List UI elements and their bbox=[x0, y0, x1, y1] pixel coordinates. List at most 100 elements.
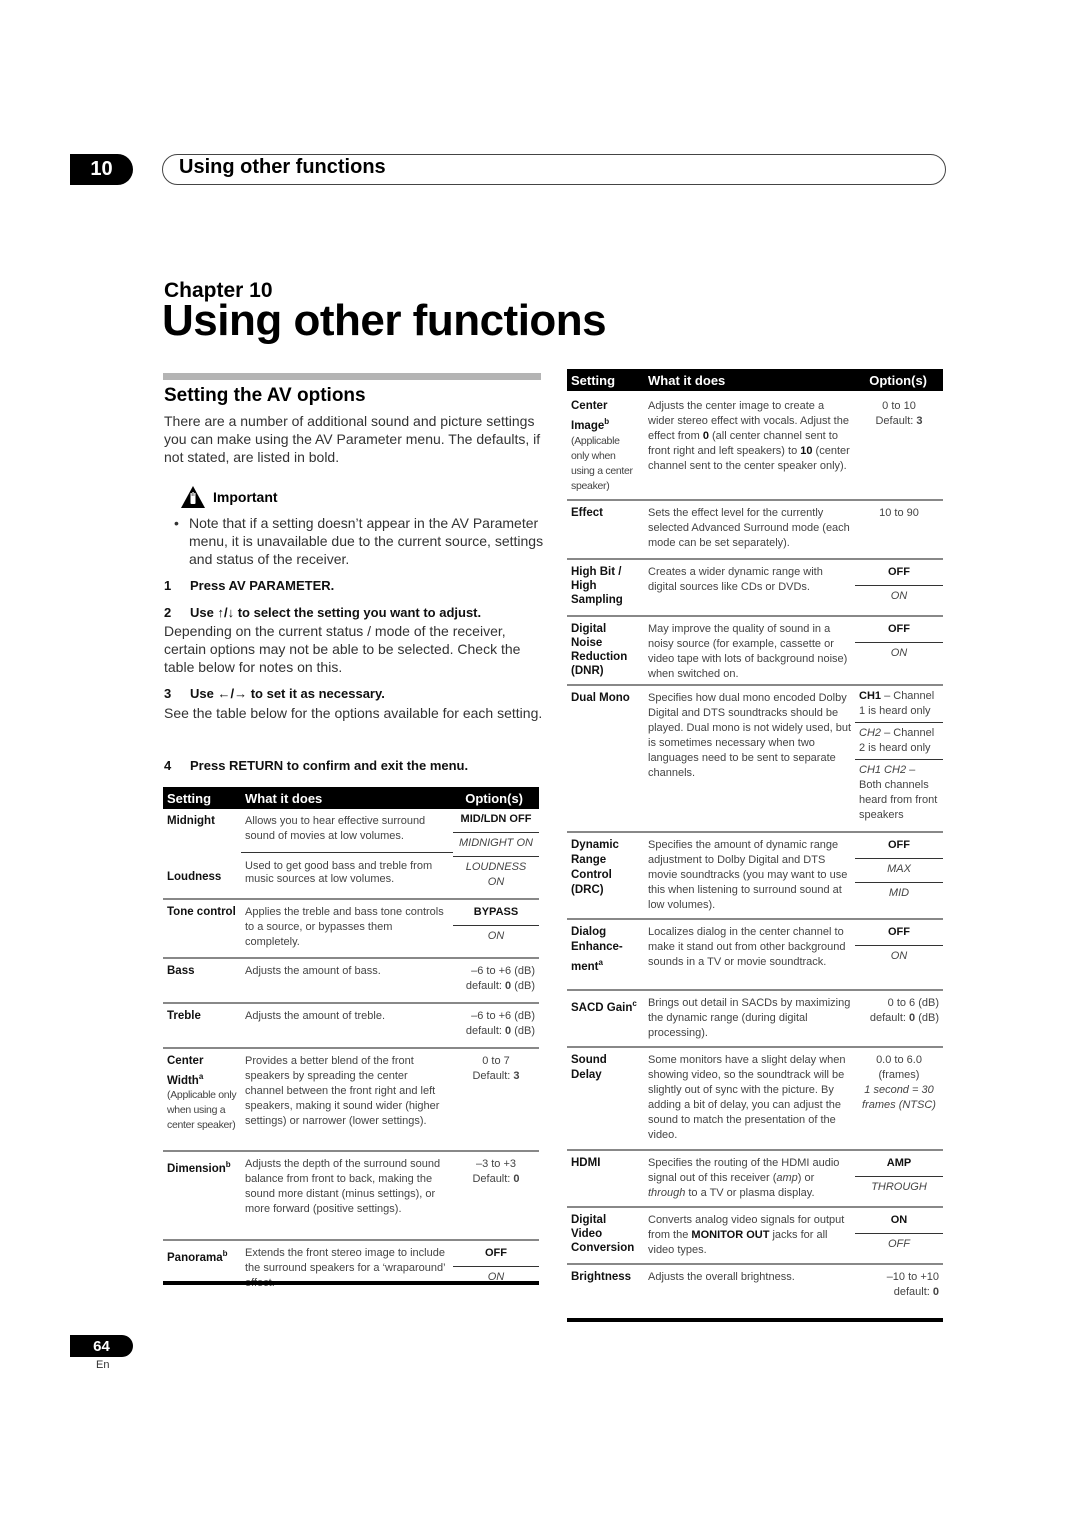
setting-description: Allows you to hear effective surround so… bbox=[241, 809, 453, 853]
option: ON bbox=[487, 1270, 505, 1283]
step-4: 4 Press RETURN to confirm and exit the me… bbox=[164, 758, 469, 773]
setting-options: AMP THROUGH bbox=[855, 1149, 943, 1207]
setting-description: Extends the front stereo image to includ… bbox=[241, 1238, 453, 1296]
option-default: OFF bbox=[855, 562, 943, 586]
setting-name: Treble bbox=[163, 1001, 241, 1048]
setting-description: Creates a wider dynamic range with digit… bbox=[644, 558, 855, 616]
header-what: What it does bbox=[241, 787, 453, 809]
setting-description: May improve the quality of sound in a no… bbox=[644, 615, 855, 685]
setting-options: ON OFF bbox=[855, 1206, 943, 1264]
header-options: Option(s) bbox=[453, 787, 539, 809]
setting-name: Center Imageb (Applicable only when usin… bbox=[567, 391, 644, 500]
step-3: 3 Use ←/→ to set it as necessary. bbox=[164, 686, 385, 701]
setting-name: Sound Delay bbox=[567, 1046, 644, 1150]
setting-description: Used to get good bass and treble from mu… bbox=[245, 859, 433, 885]
setting-options: OFF ON bbox=[855, 615, 943, 685]
chapter-number-tab: 10 bbox=[70, 154, 133, 185]
chapter-number: 10 bbox=[90, 158, 113, 180]
option: ON bbox=[890, 950, 908, 962]
setting-options: CH1 – Channel 1 is heard only CH2 – Chan… bbox=[855, 684, 943, 832]
table-row-dialog: Dialog Enhance-menta Localizes dialog in… bbox=[567, 918, 943, 990]
table-row-treble: Treble Adjusts the amount of treble. –6 … bbox=[163, 1001, 539, 1048]
setting-name: Panoramab bbox=[163, 1238, 241, 1296]
step-1: 1 Press AV PARAMETER. bbox=[164, 578, 335, 593]
setting-name: Digital Noise Reduction (DNR) bbox=[567, 615, 644, 685]
table-row-hdmi: HDMI Specifies the routing of the HDMI a… bbox=[567, 1149, 943, 1207]
option: ON bbox=[487, 929, 505, 942]
option-default: OFF bbox=[855, 922, 943, 946]
option: MIDNIGHT ON bbox=[453, 833, 539, 857]
option-default: MID/LDN OFF bbox=[453, 809, 539, 833]
av-options-table-right: Setting What it does Option(s) Center Im… bbox=[567, 369, 943, 1306]
table-header: Setting What it does Option(s) bbox=[163, 787, 539, 809]
setting-name: SACD Gainc bbox=[567, 989, 644, 1047]
setting-description: Adjusts the amount of bass. bbox=[241, 956, 453, 1003]
option-default: OFF bbox=[855, 835, 943, 859]
setting-description: Adjusts the center image to create a wid… bbox=[648, 400, 850, 472]
setting-name: Dimensionb bbox=[163, 1149, 241, 1240]
setting-options: 0 to 7 Default: 3 bbox=[453, 1046, 539, 1151]
option: ON bbox=[890, 647, 908, 659]
setting-description: Some monitors have a slight delay when s… bbox=[644, 1046, 855, 1150]
step-2-body: Depending on the current status / mode o… bbox=[164, 623, 521, 675]
setting-options: OFF ON bbox=[453, 1238, 539, 1296]
option: MID bbox=[888, 887, 910, 899]
setting-name: Dual Mono bbox=[567, 684, 644, 832]
setting-options: OFF MAX MID bbox=[855, 831, 943, 919]
setting-options: –6 to +6 (dB) default: 0 (dB) bbox=[453, 956, 539, 1003]
option-default: CH1 – Channel 1 is heard only bbox=[855, 686, 943, 723]
setting-name: Effect bbox=[567, 499, 644, 559]
bullet-icon: • bbox=[174, 515, 179, 531]
option-default: BYPASS bbox=[453, 902, 539, 926]
setting-name: Brightness bbox=[567, 1263, 644, 1306]
warning-hand-icon bbox=[181, 486, 205, 508]
table-row-sacd: SACD Gainc Brings out detail in SACDs by… bbox=[567, 989, 943, 1047]
option: MAX bbox=[855, 859, 943, 883]
option: OFF bbox=[888, 1238, 910, 1250]
setting-name: Digital Video Conversion bbox=[567, 1206, 644, 1264]
setting-options: 10 to 90 bbox=[855, 499, 943, 559]
section-title: Setting the AV options bbox=[164, 385, 366, 406]
setting-note: 1 second = 30 frames (NTSC) bbox=[862, 1084, 936, 1111]
setting-description: Localizes dialog in the center channel t… bbox=[644, 918, 855, 990]
option: THROUGH bbox=[871, 1181, 927, 1193]
setting-description: Converts analog video signals for output… bbox=[644, 1206, 855, 1264]
setting-description: Specifies how dual mono encoded Dolby Di… bbox=[644, 684, 855, 832]
table-row-effect: Effect Sets the effect level for the cur… bbox=[567, 499, 943, 559]
table-row-dimension: Dimensionb Adjusts the depth of the surr… bbox=[163, 1149, 539, 1240]
up-down-arrows-icon: ↑/↓ bbox=[217, 605, 235, 620]
setting-options: 0 to 10 Default: 3 bbox=[875, 400, 923, 427]
header-setting: Setting bbox=[163, 787, 241, 809]
table-end-rule bbox=[163, 1281, 539, 1285]
table-row-center-image: Center Imageb (Applicable only when usin… bbox=[567, 391, 943, 500]
setting-options: MID/LDN OFF MIDNIGHT ON LOUDNESS ON bbox=[453, 809, 539, 899]
table-row-midnight: Midnight Allows you to hear effective su… bbox=[163, 809, 539, 888]
page-number: 64 bbox=[93, 1337, 110, 1355]
setting-description: Sets the effect level for the currently … bbox=[644, 499, 855, 559]
setting-options: 0 to 6 (dB) default: 0 (dB) bbox=[855, 989, 943, 1047]
page-number-tab: 64 bbox=[70, 1335, 133, 1357]
important-note-text: Note that if a setting doesn’t appear in… bbox=[189, 515, 544, 567]
setting-description: Adjusts the overall brightness. bbox=[644, 1263, 855, 1306]
setting-description: Specifies the amount of dynamic range ad… bbox=[644, 831, 855, 919]
setting-name: Bass bbox=[163, 956, 241, 1003]
setting-name: Center Widtha (Applicable only when usin… bbox=[163, 1046, 241, 1151]
av-options-table-left: Setting What it does Option(s) Midnight … bbox=[163, 787, 539, 1296]
table-row-dvc: Digital Video Conversion Converts analog… bbox=[567, 1206, 943, 1264]
setting-options: BYPASS ON bbox=[453, 897, 539, 958]
table-row-sound-delay: Sound Delay Some monitors have a slight … bbox=[567, 1046, 943, 1150]
setting-note: (Applicable only when using a center spe… bbox=[167, 1089, 237, 1132]
option: CH1 CH2 – Both channels heard from front… bbox=[859, 764, 938, 821]
table-row-dnr: Digital Noise Reduction (DNR) May improv… bbox=[567, 615, 943, 685]
table-row-bass: Bass Adjusts the amount of bass. –6 to +… bbox=[163, 956, 539, 1003]
setting-options: –3 to +3 Default: 0 bbox=[453, 1149, 539, 1240]
setting-description: Applies the treble and bass tone control… bbox=[241, 897, 453, 958]
running-header-title: Using other functions bbox=[179, 156, 386, 178]
setting-name: Midnight bbox=[167, 815, 215, 827]
table-row-center-width: Center Widtha (Applicable only when usin… bbox=[163, 1046, 539, 1151]
setting-options: 0.0 to 6.0 (frames) 1 second = 30 frames… bbox=[855, 1046, 943, 1150]
page-title: Using other functions bbox=[162, 296, 607, 345]
setting-description: Brings out detail in SACDs by maximizing… bbox=[644, 989, 855, 1047]
important-label: Important bbox=[213, 489, 278, 505]
option: ON bbox=[890, 590, 908, 602]
